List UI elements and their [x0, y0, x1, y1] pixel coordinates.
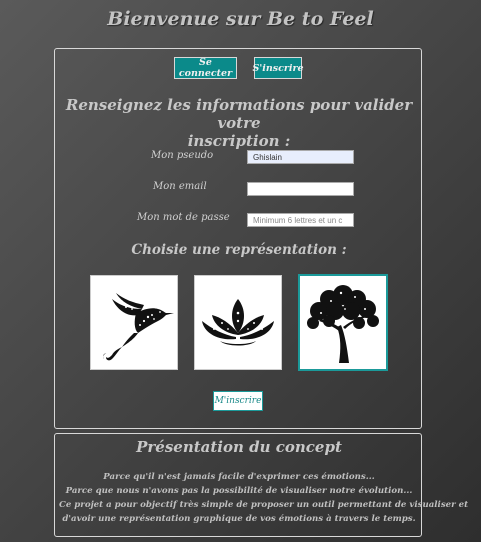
signup-submit-button[interactable]: M'inscrire — [213, 391, 263, 411]
concept-line: Parce que nous n'avons pas la possibilit… — [65, 486, 413, 496]
email-label: Mon email — [153, 181, 207, 192]
signup-tab-button[interactable]: S'inscrire — [252, 57, 304, 79]
form-heading-line1: Renseignez les informations pour valider… — [65, 96, 413, 132]
form-heading-line2: inscription : — [187, 132, 291, 150]
login-tab-button[interactable]: Se connecter — [174, 57, 237, 79]
signup-panel: Se connecter S'inscrire Renseignez les i… — [54, 48, 422, 429]
concept-line: d'avoir une représentation graphique de … — [62, 514, 416, 524]
pseudo-input[interactable]: Ghislain — [247, 150, 354, 164]
concept-panel: Présentation du concept Parce qu'il n'es… — [54, 433, 469, 537]
concept-title: Présentation du concept — [136, 438, 342, 456]
representation-option-hummingbird[interactable] — [90, 275, 178, 370]
pseudo-label: Mon pseudo — [151, 150, 214, 161]
lotus-icon — [202, 298, 274, 345]
hummingbird-icon — [103, 292, 174, 360]
password-label: Mon mot de passe — [137, 212, 230, 223]
concept-line: Parce qu'il n'est jamais facile d'exprim… — [103, 472, 375, 482]
site-title: Bienvenue sur Be to Feel — [107, 8, 374, 30]
representation-option-lotus[interactable] — [194, 275, 282, 370]
tree-icon — [307, 284, 379, 363]
email-input[interactable] — [247, 182, 354, 196]
representation-heading: Choisie une représentation : — [131, 242, 347, 258]
form-heading: Renseignez les informations pour valider… — [65, 96, 413, 150]
concept-line: Ce projet a pour objectif très simple de… — [59, 500, 469, 510]
password-input[interactable]: Minimum 6 lettres et un c — [247, 213, 354, 227]
representation-option-tree[interactable] — [298, 274, 388, 371]
